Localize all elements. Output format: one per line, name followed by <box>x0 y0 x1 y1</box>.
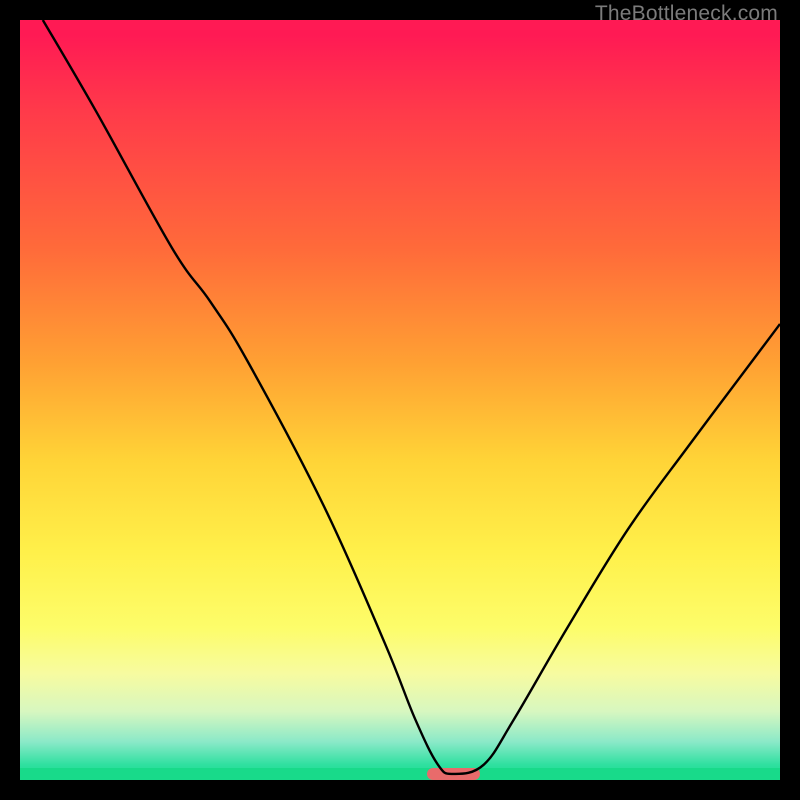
chart-frame: TheBottleneck.com <box>0 0 800 800</box>
plot-area <box>20 20 780 780</box>
curve-path <box>43 20 780 774</box>
bottleneck-curve <box>20 20 780 780</box>
